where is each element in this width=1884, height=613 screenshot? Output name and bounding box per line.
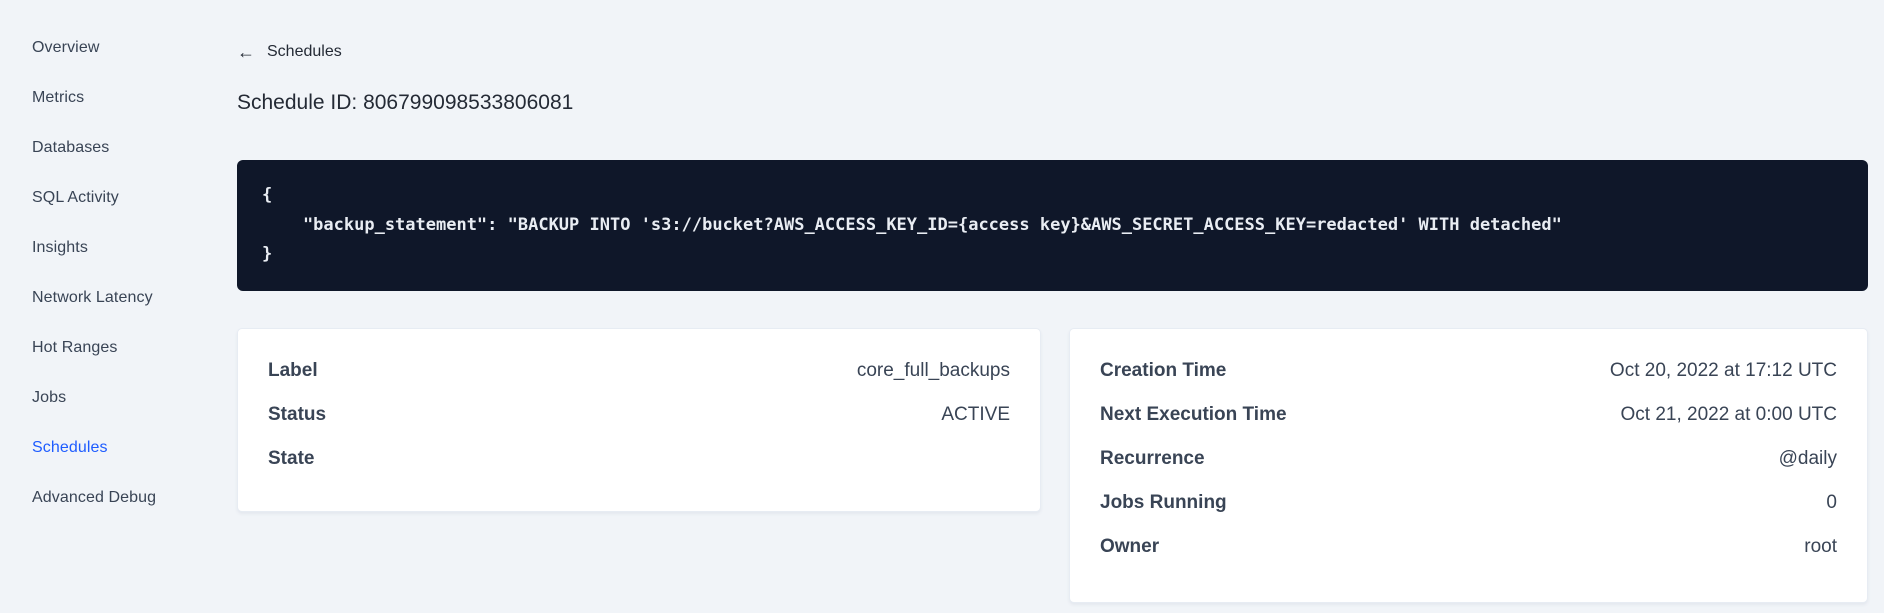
detail-row-state: State <box>268 447 1010 471</box>
row-value: 0 <box>1826 492 1837 513</box>
row-label: Status <box>268 404 327 425</box>
back-arrow-icon: ← <box>237 42 255 62</box>
code-line: "backup_statement": "BACKUP INTO 's3://b… <box>262 214 1562 235</box>
back-link-label: Schedules <box>267 43 342 60</box>
sidebar-nav: Overview Metrics Databases SQL Activity … <box>0 0 237 523</box>
row-label: State <box>268 448 315 469</box>
sidebar-item-jobs[interactable]: Jobs <box>0 373 237 423</box>
code-line: } <box>262 244 273 264</box>
detail-row-jobs-running: Jobs Running 0 <box>1100 491 1837 515</box>
code-line: { <box>262 185 273 205</box>
detail-row-owner: Owner root <box>1100 535 1837 559</box>
schedule-details-card: Label core_full_backups Status ACTIVE St… <box>237 328 1041 512</box>
row-label: Recurrence <box>1100 448 1205 469</box>
sidebar-item-metrics[interactable]: Metrics <box>0 73 237 123</box>
row-value: core_full_backups <box>856 360 1010 381</box>
page-title: Schedule ID: 806799098533806081 <box>237 91 574 114</box>
sidebar-item-databases[interactable]: Databases <box>0 123 237 173</box>
row-label: Owner <box>1100 536 1160 557</box>
summary-cards: Label core_full_backups Status ACTIVE St… <box>237 328 1868 603</box>
row-value: ACTIVE <box>941 404 1010 425</box>
schedule-detail-page: ← Schedules Schedule ID: 806799098533806… <box>237 0 1868 603</box>
row-label: Creation Time <box>1100 360 1227 381</box>
detail-row-creation-time: Creation Time Oct 20, 2022 at 17:12 UTC <box>1100 359 1837 383</box>
sidebar-item-network-latency[interactable]: Network Latency <box>0 273 237 323</box>
back-to-schedules-link[interactable]: ← Schedules <box>237 43 342 61</box>
sidebar-item-schedules[interactable]: Schedules <box>0 423 237 473</box>
row-value: @daily <box>1778 448 1837 469</box>
sidebar-item-sql-activity[interactable]: SQL Activity <box>0 173 237 223</box>
sidebar-item-hot-ranges[interactable]: Hot Ranges <box>0 323 237 373</box>
detail-row-next-execution-time: Next Execution Time Oct 21, 2022 at 0:00… <box>1100 403 1837 427</box>
detail-row-recurrence: Recurrence @daily <box>1100 447 1837 471</box>
row-label: Jobs Running <box>1100 492 1227 513</box>
sidebar-item-insights[interactable]: Insights <box>0 223 237 273</box>
sidebar: Overview Metrics Databases SQL Activity … <box>0 0 237 613</box>
row-value: Oct 20, 2022 at 17:12 UTC <box>1609 360 1837 381</box>
sidebar-item-overview[interactable]: Overview <box>0 23 237 73</box>
row-value: root <box>1804 536 1837 557</box>
row-value: Oct 21, 2022 at 0:00 UTC <box>1620 404 1837 425</box>
detail-row-status: Status ACTIVE <box>268 403 1010 427</box>
row-label: Next Execution Time <box>1100 404 1287 425</box>
detail-row-label: Label core_full_backups <box>268 359 1010 383</box>
sidebar-item-advanced-debug[interactable]: Advanced Debug <box>0 473 237 523</box>
schedule-timing-card: Creation Time Oct 20, 2022 at 17:12 UTC … <box>1069 328 1868 603</box>
row-label: Label <box>268 360 318 381</box>
schedule-definition-code-block: { "backup_statement": "BACKUP INTO 's3:/… <box>237 160 1868 291</box>
